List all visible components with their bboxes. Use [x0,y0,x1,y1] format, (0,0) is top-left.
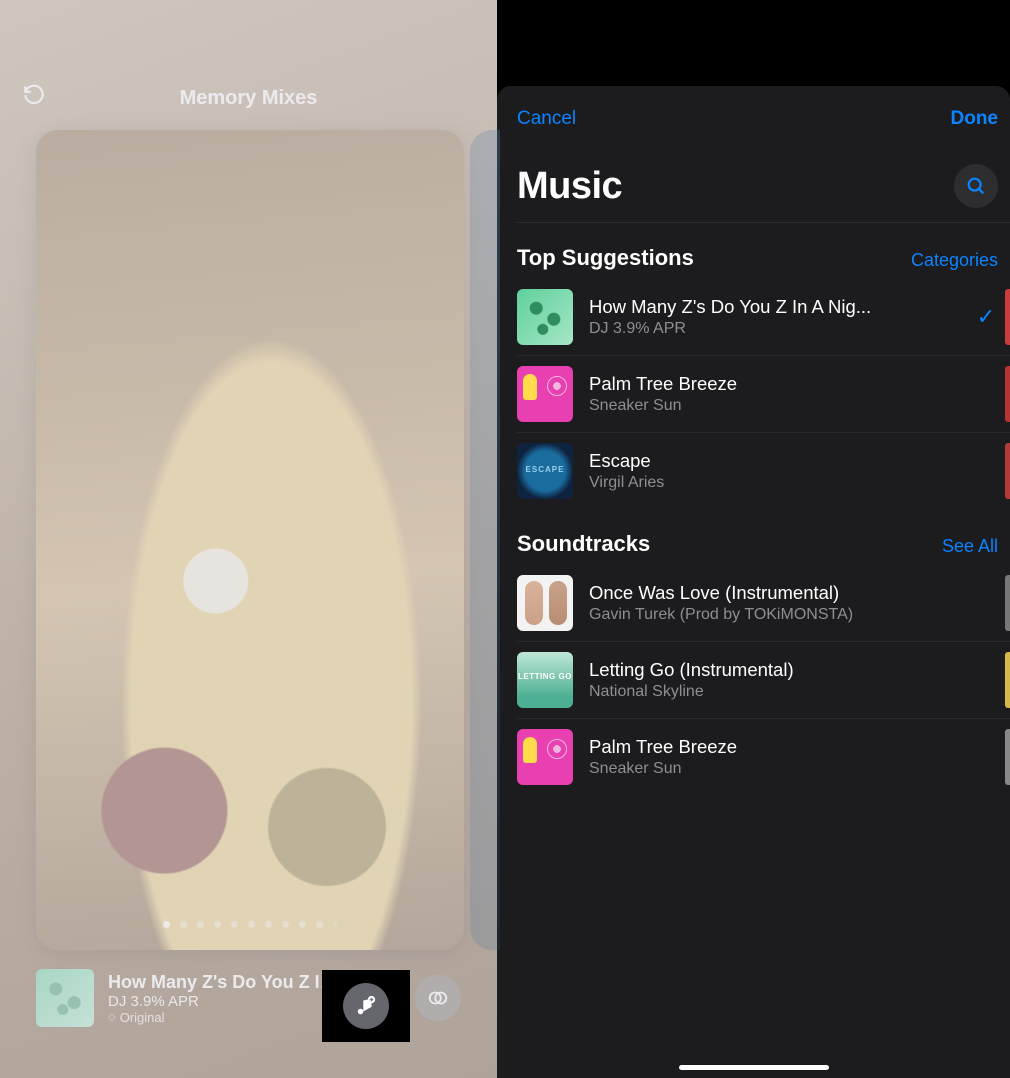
categories-link[interactable]: Categories [911,250,998,271]
track-artist: Virgil Aries [589,474,958,492]
track-artist: Gavin Turek (Prod by TOKiMONSTA) [589,606,998,624]
soundtracks-list: Once Was Love (Instrumental) Gavin Turek… [497,565,1010,795]
filters-icon [427,987,449,1009]
see-all-link[interactable]: See All [942,536,998,557]
album-art [517,575,573,631]
search-button[interactable] [954,164,998,208]
album-art [517,289,573,345]
track-row[interactable]: Escape Virgil Aries [517,433,1010,509]
track-row[interactable]: Palm Tree Breeze Sneaker Sun [517,719,1010,795]
track-artist: National Skyline [589,683,998,701]
checkmark-icon: ✓ [974,304,998,330]
album-art [517,366,573,422]
memory-card[interactable] [36,130,464,950]
cancel-button[interactable]: Cancel [517,108,576,130]
now-playing-bar[interactable]: How Many Z's Do You Z In... DJ 3.9% APR … [36,968,461,1028]
done-button[interactable]: Done [951,108,999,130]
section-title-soundtracks: Soundtracks [517,531,650,557]
now-playing-art [36,969,94,1027]
search-icon [965,175,987,197]
track-artist: DJ 3.9% APR [589,320,958,338]
track-title: Escape [589,450,958,472]
track-artist: Sneaker Sun [589,760,998,778]
track-title: How Many Z's Do You Z In A Nig... [589,296,958,318]
track-row[interactable]: Once Was Love (Instrumental) Gavin Turek… [517,565,1010,642]
now-playing-artist: DJ 3.9% APR [108,993,343,1010]
home-indicator[interactable] [679,1065,829,1070]
section-title-top: Top Suggestions [517,245,694,271]
music-sheet: Cancel Done Music Top Suggestions Catego… [497,86,1010,1078]
filters-button[interactable] [415,975,461,1021]
track-row[interactable]: How Many Z's Do You Z In A Nig... DJ 3.9… [517,279,1010,356]
now-playing-title: How Many Z's Do You Z In... [108,972,343,993]
memory-mixes-screen: Memory Mixes How Many Z's Do You Z In...… [0,0,497,1078]
track-title: Palm Tree Breeze [589,736,998,758]
track-title: Letting Go (Instrumental) [589,659,998,681]
track-title: Once Was Love (Instrumental) [589,582,998,604]
track-row[interactable]: Letting Go (Instrumental) National Skyli… [517,642,1010,719]
album-art [517,443,573,499]
music-plus-icon [369,987,391,1009]
track-title: Palm Tree Breeze [589,373,958,395]
album-art [517,729,573,785]
screen-title: Memory Mixes [180,87,318,110]
album-art [517,652,573,708]
track-row[interactable]: Palm Tree Breeze Sneaker Sun [517,356,1010,433]
page-dots [36,921,464,928]
track-artist: Sneaker Sun [589,397,958,415]
top-suggestions-list: How Many Z's Do You Z In A Nig... DJ 3.9… [497,279,1010,509]
music-picker-screen: Cancel Done Music Top Suggestions Catego… [497,0,1010,1078]
sheet-title: Music [517,165,622,208]
next-memory-peek[interactable] [470,130,500,950]
music-add-button[interactable] [357,975,403,1021]
memory-photo [36,130,464,950]
now-playing-source: Original [108,1010,343,1025]
